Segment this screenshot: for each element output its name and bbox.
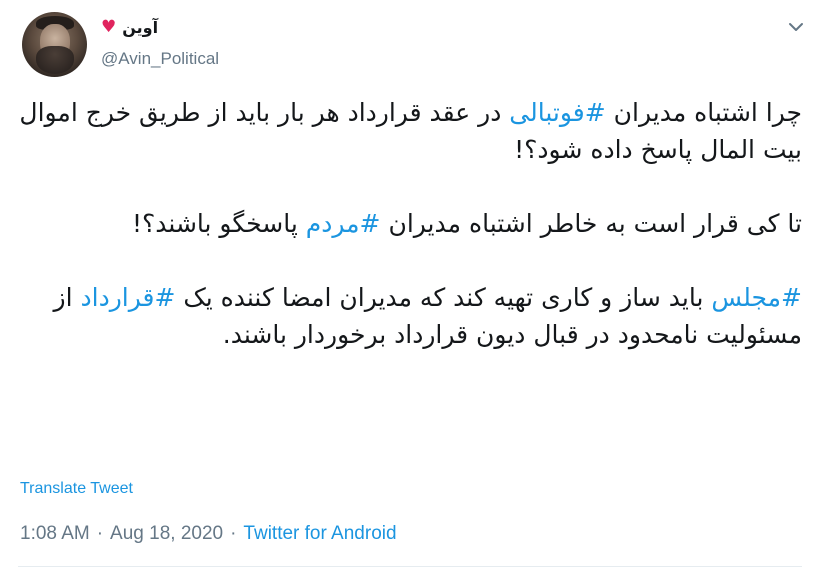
meta-separator: · [96,523,104,544]
tweet-text-segment: تا کی قرار است به خاطر اشتباه مدیران [380,209,802,238]
hashtag-link[interactable]: #مجلس [711,283,802,312]
tweet-text-segment: پاسخگو باشند؟! [132,209,306,238]
avatar[interactable] [22,12,87,77]
hashtag-link[interactable]: #فوتبالی [509,98,605,127]
user-name-row[interactable]: ♥ آوین [101,15,158,39]
heart-icon: ♥ [101,16,117,37]
tweet-card: ♥ آوین @Avin_Political چرا اشتباه مدیران… [0,0,821,570]
tweet-text-segment: چرا اشتباه مدیران [605,98,802,127]
user-handle[interactable]: @Avin_Political [101,49,219,69]
tweet-source-link[interactable]: Twitter for Android [243,523,396,545]
display-name[interactable]: آوین [122,18,158,37]
translate-tweet-link[interactable]: Translate Tweet [20,480,133,498]
divider [18,566,802,567]
tweet-paragraph: #مجلس باید ساز و کاری تهیه کند که مدیران… [18,279,802,353]
tweet-text: چرا اشتباه مدیران #فوتبالی در عقد قراردا… [18,94,802,353]
tweet-date[interactable]: Aug 18, 2020 [110,523,223,545]
tweet-paragraph: تا کی قرار است به خاطر اشتباه مدیران #مر… [18,205,802,242]
hashtag-link[interactable]: #مردم [306,209,381,238]
tweet-text-segment: باید ساز و کاری تهیه کند که مدیران امضا … [175,283,712,312]
tweet-meta: 1:08 AM · Aug 18, 2020 · Twitter for And… [20,523,397,545]
tweet-paragraph: چرا اشتباه مدیران #فوتبالی در عقد قراردا… [18,94,802,168]
tweet-time[interactable]: 1:08 AM [20,523,90,545]
avatar-beard [36,46,74,74]
hashtag-link[interactable]: #قرارداد [81,283,176,312]
meta-separator: · [230,523,237,544]
chevron-down-icon[interactable] [785,16,807,38]
